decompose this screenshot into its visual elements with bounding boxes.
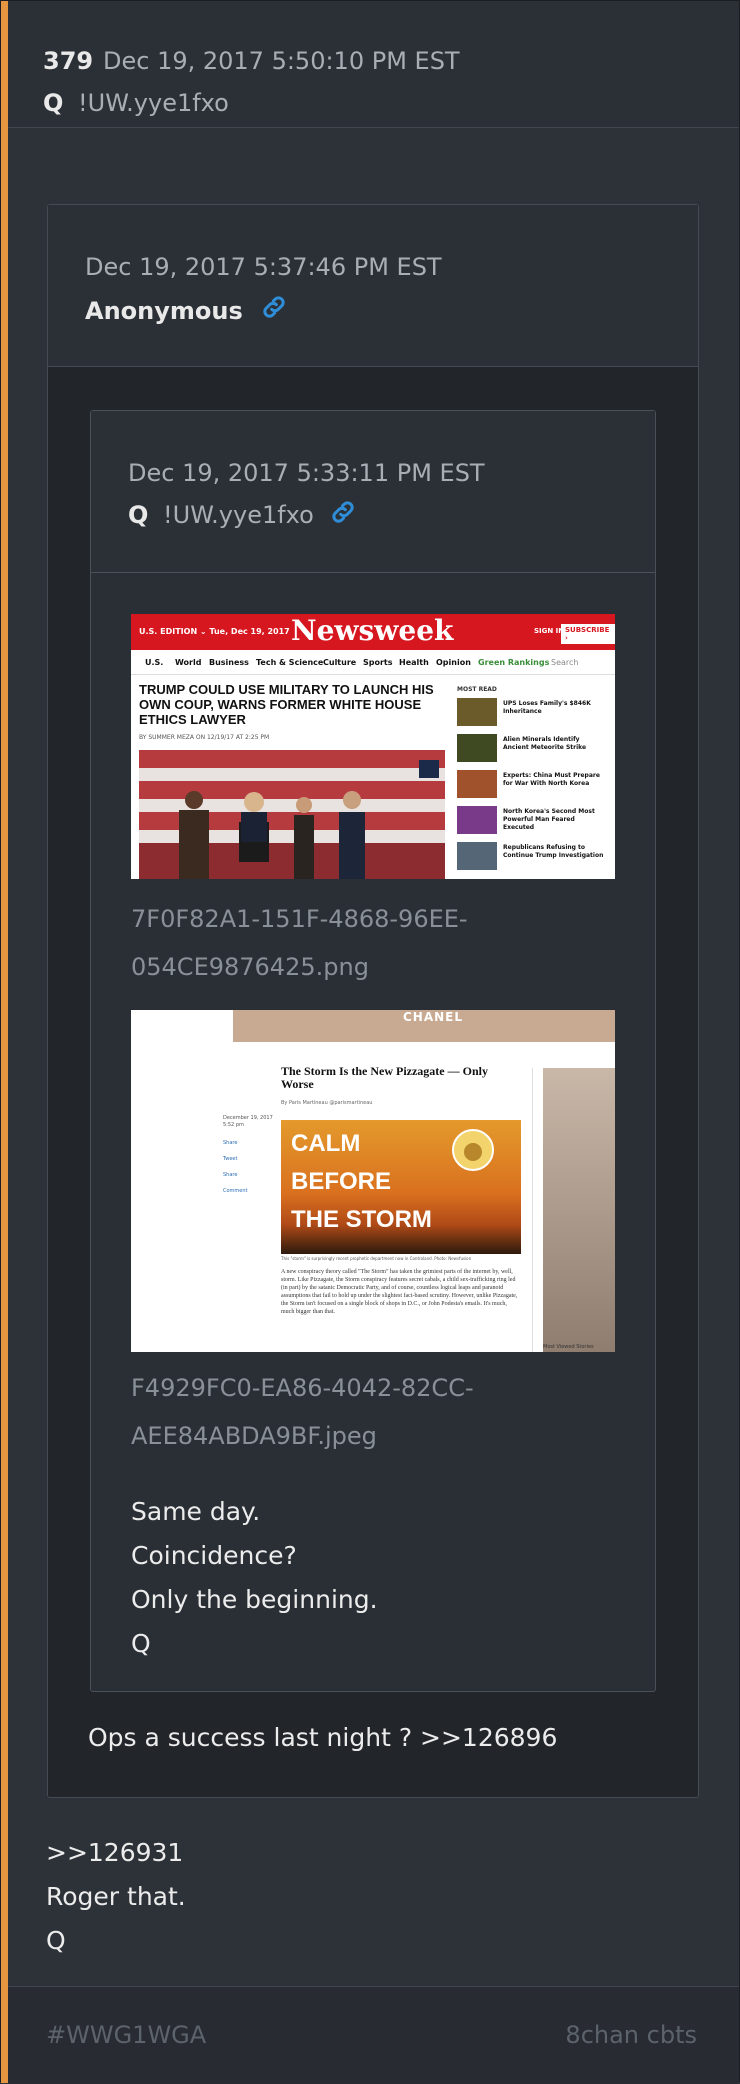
newsweek-most-read-item: North Korea's Second Most Powerful Man F…	[457, 806, 609, 836]
share-link: Share	[223, 1140, 238, 1146]
lion-emblem-icon	[452, 1129, 494, 1171]
newsweek-nav-item: Tech & Science	[256, 658, 324, 667]
article-time-line: 5:52 pm	[223, 1122, 244, 1128]
newsweek-photo-figures	[179, 760, 439, 879]
article-date-line: December 19, 2017	[223, 1115, 273, 1121]
share-link: Comment	[223, 1188, 248, 1194]
body-line: Same day.	[131, 1497, 261, 1526]
newsweek-most-read-item: Republicans Refusing to Continue Trump I…	[457, 842, 609, 872]
post-timestamp: Dec 19, 2017 5:50:10 PM EST	[103, 47, 460, 75]
newsweek-nav: U.S. World Business Tech & Science Cultu…	[131, 650, 615, 675]
newsweek-most-read-item: Alien Minerals Identify Ancient Meteorit…	[457, 734, 609, 764]
newsweek-photo	[139, 750, 445, 879]
most-read-title: UPS Loses Family's $846K Inheritance	[503, 700, 591, 715]
quoted-post-header: Dec 19, 2017 5:37:46 PM EST Anonymous	[48, 205, 698, 367]
newsweek-search: Search	[551, 658, 579, 667]
newsweek-nav-item: Health	[399, 658, 429, 667]
nested-quote-header: Dec 19, 2017 5:33:11 PM EST Q !UW.yye1fx…	[91, 411, 655, 573]
link-chain-icon[interactable]	[329, 498, 357, 526]
link-chain-icon[interactable]	[260, 293, 288, 321]
newsweek-nav-item: World	[175, 658, 202, 667]
newsweek-nav-item: Culture	[323, 658, 357, 667]
newsweek-nav-item: Green Rankings	[478, 658, 550, 667]
thumb-image	[457, 698, 497, 726]
thumb-image	[457, 806, 497, 834]
newsweek-most-read-item: Experts: China Must Prepare for War With…	[457, 770, 609, 800]
article-date: December 19, 2017 5:52 pm	[223, 1115, 273, 1129]
newsweek-header-bar: U.S. EDITION ⌄ Tue, Dec 19, 2017 Newswee…	[131, 614, 615, 650]
most-read-title: Republicans Refusing to Continue Trump I…	[503, 844, 604, 859]
most-read-title: North Korea's Second Most Powerful Man F…	[503, 808, 595, 831]
newsweek-subscribe: SUBSCRIBE ›	[561, 624, 615, 644]
post-number[interactable]: 379	[43, 47, 93, 75]
filename-line: AEE84ABDA9BF.jpeg	[131, 1422, 377, 1450]
quoted-post-q: Dec 19, 2017 5:33:11 PM EST Q !UW.yye1fx…	[90, 410, 656, 1692]
quoted-post-anonymous: Dec 19, 2017 5:37:46 PM EST Anonymous De…	[47, 204, 699, 1798]
image-caption: This "storm" is surprisingly recent prop…	[281, 1256, 472, 1261]
newsweek-nav-item: Sports	[363, 658, 393, 667]
storm-article-screenshot-image[interactable]: CHANEL The Storm Is the New Pizzagate — …	[131, 1010, 615, 1352]
side-ad-image	[543, 1068, 615, 1352]
newsweek-logo: Newsweek	[291, 614, 454, 647]
body-line: Roger that.	[46, 1882, 186, 1911]
post-card: 379 Dec 19, 2017 5:50:10 PM EST Q !UW.yy…	[0, 0, 740, 2084]
image-filename-link[interactable]: 7F0F82A1-151F-4868-96EE- 054CE9876425.pn…	[131, 895, 601, 991]
calm-image-text: BEFORE	[291, 1168, 392, 1195]
newsweek-signin: SIGN IN	[534, 627, 565, 635]
body-line: Only the beginning.	[131, 1585, 378, 1614]
quoted-post-body: Ops a success last night ? >>126896	[88, 1723, 558, 1752]
most-read-title: Experts: China Must Prepare for War With…	[503, 772, 600, 787]
nested-quote-tripcode: !UW.yye1fxo	[163, 501, 314, 529]
quoted-post-author: Anonymous	[85, 297, 243, 325]
thumb-image	[457, 770, 497, 798]
most-viewed-label: Most Viewed Stories	[543, 1344, 594, 1350]
article-text: A new conspiracy theory called "The Stor…	[281, 1269, 518, 1315]
filename-line: 7F0F82A1-151F-4868-96EE-	[131, 905, 468, 933]
article-byline: By Paris Martineau @parismartineau	[281, 1100, 373, 1106]
post-footer: #WWG1WGA 8chan cbts	[8, 1986, 739, 2084]
calm-image-text: THE STORM	[291, 1206, 432, 1233]
share-link: Tweet	[223, 1156, 238, 1162]
post-reference-link[interactable]: >>126931	[46, 1831, 186, 1875]
newsweek-screenshot-image[interactable]: U.S. EDITION ⌄ Tue, Dec 19, 2017 Newswee…	[131, 614, 615, 879]
newsweek-most-read-item: UPS Loses Family's $846K Inheritance	[457, 698, 609, 728]
newsweek-headline: TRUMP COULD USE MILITARY TO LAUNCH HIS O…	[139, 682, 434, 727]
filename-line: 054CE9876425.png	[131, 953, 369, 981]
share-link: Share	[223, 1172, 238, 1178]
calm-before-storm-image: CALM BEFORE THE STORM	[281, 1120, 521, 1254]
filename-line: F4929FC0-EA86-4042-82CC-	[131, 1374, 474, 1402]
nested-quote-body: Same day. Coincidence? Only the beginnin…	[131, 1490, 378, 1666]
post-header: 379 Dec 19, 2017 5:50:10 PM EST Q !UW.yy…	[8, 1, 739, 128]
post-author: Q	[43, 89, 64, 117]
newsweek-byline: BY SUMMER MEZA ON 12/19/17 AT 2:25 PM	[139, 734, 270, 741]
newsweek-nav-item: Business	[209, 658, 249, 667]
post-body: >>126931 Roger that. Q	[46, 1831, 186, 1963]
image-filename-link[interactable]: F4929FC0-EA86-4042-82CC- AEE84ABDA9BF.jp…	[131, 1364, 601, 1460]
newsweek-nav-item: Opinion	[436, 658, 471, 667]
ad-banner: CHANEL	[233, 1010, 615, 1042]
column-divider	[532, 1068, 533, 1352]
source-label: 8chan cbts	[565, 2021, 697, 2049]
body-line: Coincidence?	[131, 1541, 297, 1570]
article-title: The Storm Is the New Pizzagate — Only Wo…	[281, 1064, 488, 1091]
thumb-image	[457, 734, 497, 762]
nested-quote-author: Q	[128, 501, 149, 529]
most-read-title: Alien Minerals Identify Ancient Meteorit…	[503, 736, 587, 751]
newsweek-most-read-label: MOST READ	[457, 686, 497, 693]
calm-image-text: CALM	[291, 1130, 361, 1157]
post-tripcode: !UW.yye1fxo	[78, 89, 229, 117]
ad-banner-text: CHANEL	[403, 1010, 464, 1024]
body-line: Q	[46, 1926, 66, 1955]
newsweek-edition: U.S. EDITION ⌄ Tue, Dec 19, 2017	[139, 627, 290, 636]
thumb-image	[457, 842, 497, 870]
body-line: Q	[131, 1629, 151, 1658]
quoted-post-timestamp: Dec 19, 2017 5:37:46 PM EST	[85, 253, 442, 281]
hashtag: #WWG1WGA	[46, 2021, 207, 2049]
nested-quote-timestamp: Dec 19, 2017 5:33:11 PM EST	[128, 459, 485, 487]
post-accent-bar	[1, 1, 8, 2083]
newsweek-nav-item: U.S.	[145, 658, 164, 667]
